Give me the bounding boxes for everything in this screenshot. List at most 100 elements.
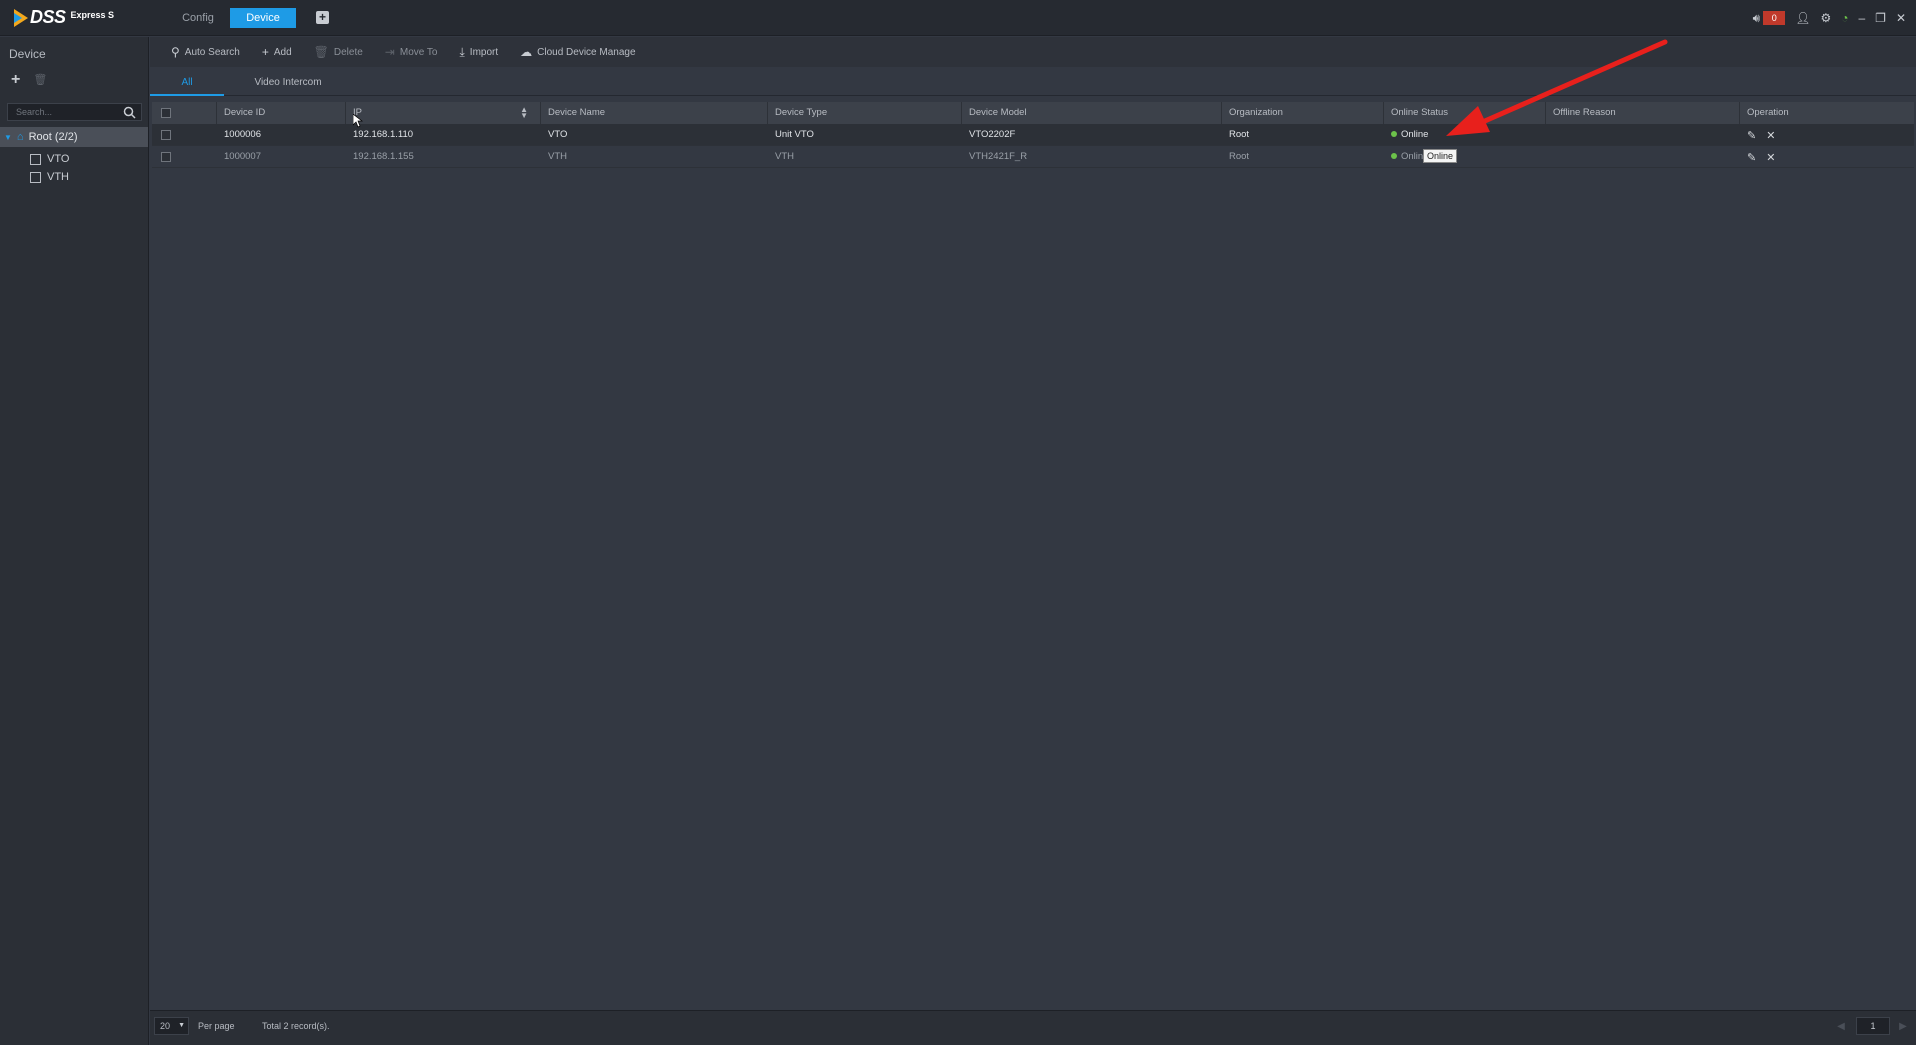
trash-icon: 🗑︎	[313, 45, 329, 59]
page-number-input[interactable]: 1	[1856, 1017, 1890, 1035]
tab-all[interactable]: All	[150, 70, 224, 96]
cloud-device-manage-button[interactable]: ☁ Cloud Device Manage	[520, 45, 635, 59]
table-row[interactable]: 1000007 192.168.1.155 VTH VTH VTH2421F_R…	[152, 146, 1914, 168]
online-dot-icon	[1391, 131, 1397, 137]
user-icon[interactable]: 👤︎	[1795, 9, 1810, 27]
title-bar: DSS Express S Config Device + 🔊︎ 0 👤︎ ⚙ …	[0, 0, 1916, 36]
tree-tools: + 🗑︎	[11, 72, 47, 88]
move-icon: ⇥	[384, 45, 395, 59]
tree-root-label: Root (2/2)	[28, 131, 78, 143]
col-device-name[interactable]: Device Name	[541, 102, 768, 124]
performance-gauge-icon[interactable]: ◔	[1841, 9, 1848, 27]
select-all-checkbox[interactable]	[161, 108, 171, 118]
pagination-bar: 20 ▼ Per page Total 2 record(s). ◀ 1 ▶	[150, 1010, 1916, 1045]
col-device-id[interactable]: Device ID	[217, 102, 346, 124]
cell-organization: Root	[1229, 151, 1250, 162]
tree-search-input[interactable]	[8, 104, 116, 120]
mouse-cursor-icon	[353, 114, 363, 128]
tab-config[interactable]: Config	[168, 8, 228, 28]
col-ip[interactable]: IP ▲ ▼	[346, 102, 541, 124]
delete-label: Delete	[333, 46, 363, 58]
col-online-status[interactable]: Online Status	[1384, 102, 1546, 124]
per-page-value: 20	[160, 1021, 171, 1031]
table-row[interactable]: 1000006 192.168.1.110 VTO Unit VTO VTO22…	[152, 124, 1914, 146]
cell-device-name: VTO	[548, 129, 568, 140]
move-to-label: Move To	[399, 46, 438, 58]
col-device-type[interactable]: Device Type	[768, 102, 962, 124]
auto-search-button[interactable]: ⚲ Auto Search	[171, 45, 240, 59]
status-tooltip: Online	[1423, 149, 1458, 163]
next-page-icon[interactable]: ▶	[1896, 1020, 1910, 1034]
organization-icon: ⌂	[16, 131, 24, 143]
dss-logo: DSS Express S	[14, 7, 114, 28]
auto-search-label: Auto Search	[184, 46, 240, 58]
total-records: Total 2 record(s).	[262, 1021, 330, 1031]
tree-node-vto[interactable]: VTO	[30, 150, 69, 168]
tree-search	[7, 103, 142, 121]
edit-pencil-icon[interactable]: ✎	[1747, 151, 1756, 164]
tree-node-root[interactable]: ▼ ⌂ Root (2/2)	[0, 127, 148, 147]
prev-page-icon[interactable]: ◀	[1834, 1020, 1848, 1034]
cell-online-status: Online	[1384, 124, 1546, 146]
tab-device[interactable]: Device	[230, 8, 296, 28]
tab-video-intercom[interactable]: Video Intercom	[238, 70, 338, 96]
row-checkbox[interactable]	[161, 130, 171, 140]
chevron-down-icon: ▼	[178, 1022, 185, 1029]
monitor-icon	[30, 171, 41, 183]
search-icon[interactable]	[123, 106, 136, 119]
col-operation: Operation	[1747, 107, 1789, 118]
add-tab-button[interactable]: +	[316, 11, 329, 24]
edit-pencil-icon[interactable]: ✎	[1747, 129, 1756, 142]
add-device-button[interactable]: + Add	[262, 45, 292, 59]
move-to-button[interactable]: ⇥ Move To	[385, 45, 438, 59]
left-panel-title: Device	[9, 47, 46, 61]
delete-device-button[interactable]: 🗑︎ Delete	[314, 45, 363, 59]
minimize-icon[interactable]: –	[1858, 9, 1865, 27]
row-checkbox[interactable]	[161, 152, 171, 162]
device-tree-panel: Device + 🗑︎ ▼ ⌂ Root (2/2) VTO VTH	[0, 37, 149, 1045]
cell-offline-reason	[1546, 124, 1740, 146]
online-dot-icon	[1391, 153, 1397, 159]
sort-icon[interactable]: ▲ ▼	[520, 106, 528, 120]
device-table: Device ID IP ▲ ▼ Device Name Device Type …	[152, 102, 1914, 168]
logo-edition: Express S	[70, 9, 115, 20]
col-organization[interactable]: Organization	[1222, 102, 1384, 124]
alarm-button[interactable]: 🔊︎ 0	[1753, 9, 1786, 27]
cell-offline-reason	[1546, 146, 1740, 168]
tree-node-label: VTO	[47, 153, 70, 165]
gear-icon[interactable]: ⚙	[1820, 9, 1831, 27]
cell-device-type: Unit VTO	[775, 129, 814, 140]
status-text: Online	[1401, 129, 1429, 140]
delete-organization-button[interactable]: 🗑︎	[33, 73, 47, 87]
col-device-model[interactable]: Device Model	[962, 102, 1222, 124]
speaker-icon: 🔊︎	[1752, 11, 1761, 25]
close-icon[interactable]: ✕	[1896, 9, 1906, 27]
restore-icon[interactable]: ❐	[1875, 9, 1886, 27]
delete-x-icon[interactable]: ✕	[1766, 151, 1775, 164]
per-page-label: Per page	[198, 1021, 235, 1031]
cell-device-model: VTO2202F	[969, 129, 1016, 140]
row-select-cell	[152, 124, 217, 146]
delete-x-icon[interactable]: ✕	[1766, 129, 1775, 142]
per-page-select[interactable]: 20 ▼	[154, 1017, 189, 1035]
cell-ip: 192.168.1.110	[353, 129, 414, 140]
cell-ip: 192.168.1.155	[353, 151, 414, 162]
tree-node-vth[interactable]: VTH	[30, 168, 69, 186]
add-organization-button[interactable]: +	[11, 72, 20, 88]
cell-device-name: VTH	[548, 151, 567, 162]
import-button[interactable]: ⤓ Import	[459, 45, 498, 60]
cell-online-status: Online	[1384, 146, 1546, 168]
cell-device-id: 1000007	[224, 151, 261, 162]
search-icon: ⚲	[171, 45, 180, 59]
logo-brand: DSS	[30, 7, 66, 27]
cell-device-model: VTH2421F_R	[969, 151, 1028, 162]
col-offline-reason[interactable]: Offline Reason	[1546, 102, 1740, 124]
cell-device-type: VTH	[775, 151, 794, 162]
plus-icon: +	[261, 45, 269, 59]
alarm-count: 0	[1763, 11, 1786, 25]
expand-caret-icon[interactable]: ▼	[4, 133, 12, 142]
cell-operation: ✎ ✕	[1740, 124, 1914, 146]
cell-device-id: 1000006	[224, 129, 261, 140]
dss-logo-icon	[14, 8, 28, 27]
cloud-device-manage-label: Cloud Device Manage	[537, 46, 636, 58]
